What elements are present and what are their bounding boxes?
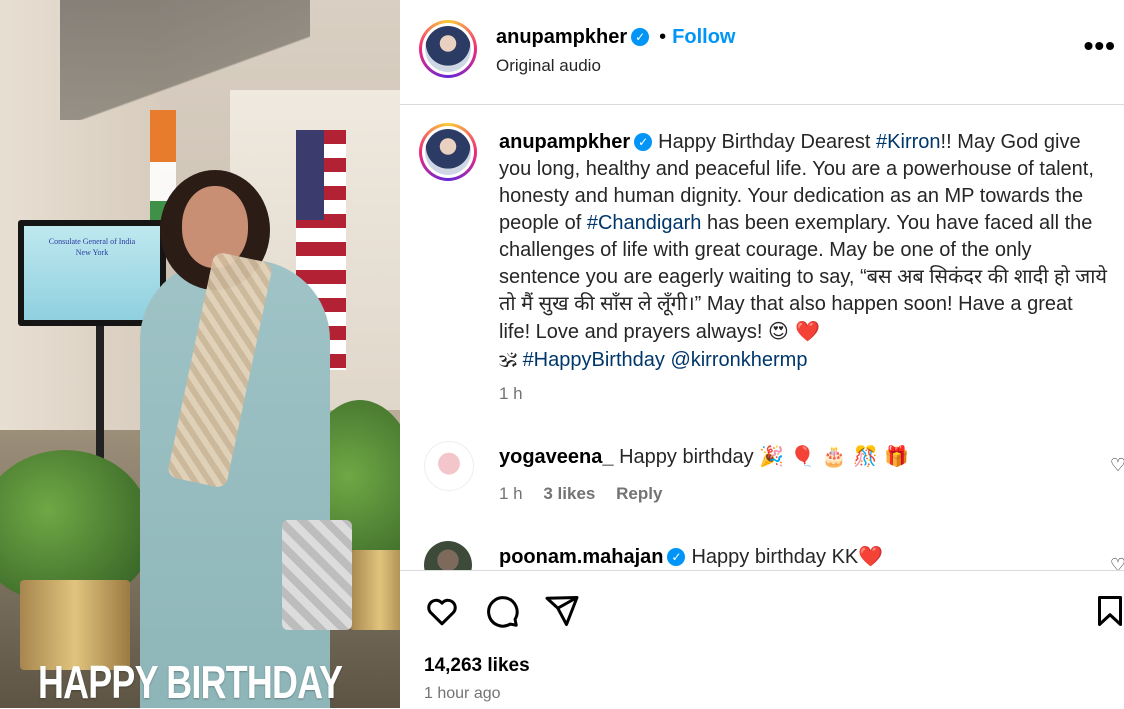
comment-1-meta: 1 h 3 likes Reply	[499, 484, 662, 504]
verified-icon: ✓	[634, 133, 653, 151]
post-side-panel: anupampkher ✓ • Follow Original audio ••• a…	[400, 0, 1124, 708]
verified-icon: ✓	[667, 548, 686, 566]
likes-count[interactable]: 14,263 likes	[424, 655, 530, 677]
comment-icon[interactable]	[484, 593, 520, 629]
comment-text: Happy birthday	[619, 446, 754, 468]
caption-author-avatar[interactable]	[419, 123, 477, 181]
pot-right	[350, 550, 400, 630]
action-bar: 14,263 likes 1 hour ago	[400, 570, 1124, 709]
post-caption: anupampkher ✓ Happy Birthday Dearest #Kirr…	[499, 129, 1109, 374]
like-comment-heart-icon[interactable]: ♡	[1110, 555, 1124, 570]
verified-icon: ✓	[631, 28, 650, 46]
save-bookmark-icon[interactable]	[1092, 593, 1124, 629]
heart-eyes-icon: 😍 ❤️	[768, 319, 821, 343]
commenter-avatar-yogaveena[interactable]	[424, 441, 474, 491]
post-image[interactable]: Consulate General of India New York HAPP…	[0, 0, 400, 708]
overlay-text: HAPPY BIRTHDAY	[38, 656, 343, 708]
share-icon[interactable]	[544, 593, 580, 629]
mention-kirronkhermp[interactable]: @kirronkhermp	[670, 349, 807, 371]
avatar-photo	[425, 26, 471, 72]
hashtag-happybirthday[interactable]: #HappyBirthday	[523, 349, 665, 371]
reply-button[interactable]: Reply	[616, 484, 662, 503]
hashtag-chandigarh[interactable]: #Chandigarh	[587, 212, 702, 234]
tv-line-2: New York	[75, 248, 109, 257]
avatar-photo	[425, 129, 471, 175]
handbag	[282, 520, 352, 630]
post-time[interactable]: 1 hour ago	[424, 685, 501, 703]
tv-stand	[96, 326, 104, 476]
follow-button[interactable]: Follow	[672, 26, 735, 48]
audio-link[interactable]: Original audio	[496, 56, 601, 76]
tv-display: Consulate General of India New York	[24, 226, 160, 320]
avatar-ring-gap	[422, 23, 474, 75]
separator-dot: •	[659, 26, 667, 48]
party-icons: 🎉 🎈 🎂 🎊 🎁	[759, 444, 910, 468]
comment-time[interactable]: 1 h	[499, 484, 523, 503]
comment-1: yogaveena_ Happy birthday 🎉 🎈 🎂 🎊 🎁	[499, 444, 909, 469]
tv-screen: Consulate General of India New York	[18, 220, 166, 326]
commenter-avatar-poonam[interactable]	[424, 541, 472, 570]
us-flag-canton	[296, 130, 324, 220]
hashtag-kirron[interactable]: #Kirron	[876, 131, 940, 153]
header-user-line: anupampkher ✓ • Follow	[496, 26, 736, 49]
author-avatar[interactable]	[419, 20, 477, 78]
caption-time[interactable]: 1 h	[499, 384, 523, 404]
like-comment-heart-icon[interactable]: ♡	[1110, 455, 1124, 476]
comment-text: Happy birthday KK	[691, 546, 859, 568]
avatar-ring-gap	[422, 126, 474, 178]
comments-scroll-area[interactable]: anupampkher ✓ Happy Birthday Dearest #Kirr…	[400, 105, 1124, 570]
comment-likes[interactable]: 3 likes	[543, 484, 595, 503]
caption-username[interactable]: anupampkher	[499, 131, 630, 153]
comment-username[interactable]: poonam.mahajan	[499, 546, 663, 568]
post-header: anupampkher ✓ • Follow Original audio •••	[400, 0, 1124, 105]
header-username[interactable]: anupampkher	[496, 26, 627, 48]
comment-username[interactable]: yogaveena_	[499, 446, 614, 468]
caption-text-1: Happy Birthday Dearest	[658, 131, 877, 153]
like-heart-icon[interactable]	[424, 593, 460, 629]
more-options-icon[interactable]: •••	[1084, 30, 1116, 62]
red-heart-icon: ❤️	[858, 544, 884, 568]
comment-2: poonam.mahajan ✓ Happy birthday KK❤️	[499, 544, 883, 569]
tv-line-1: Consulate General of India	[48, 237, 136, 246]
om-icon: 🕉	[499, 347, 517, 371]
